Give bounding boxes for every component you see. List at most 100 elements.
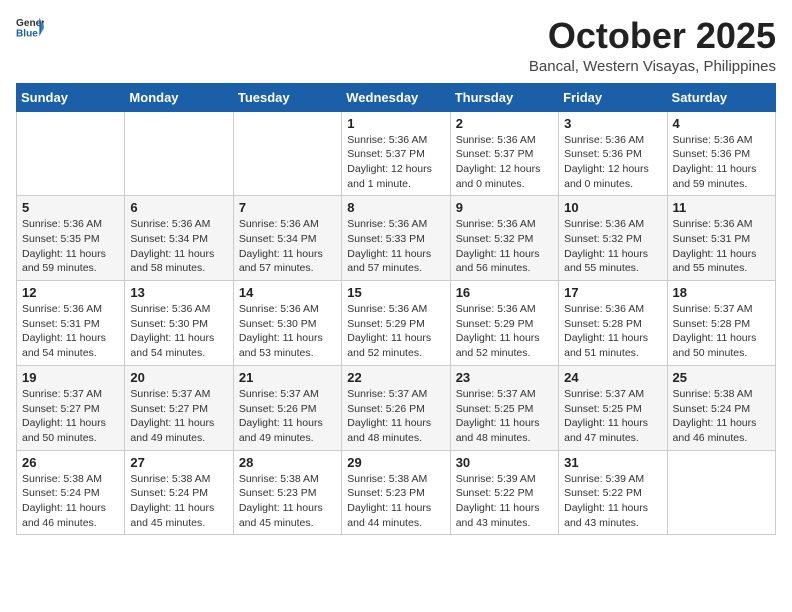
weekday-header-wednesday: Wednesday bbox=[342, 83, 450, 111]
day-number: 9 bbox=[456, 200, 553, 215]
calendar-cell: 9 Sunrise: 5:36 AMSunset: 5:32 PMDaylight… bbox=[450, 196, 558, 281]
day-info: Sunrise: 5:36 AMSunset: 5:35 PMDaylight:… bbox=[22, 217, 119, 276]
calendar-cell bbox=[667, 450, 775, 535]
calendar-cell: 8 Sunrise: 5:36 AMSunset: 5:33 PMDaylight… bbox=[342, 196, 450, 281]
day-number: 26 bbox=[22, 455, 119, 470]
page-header: General Blue October 2025 Bancal, Wester… bbox=[16, 16, 776, 75]
day-number: 31 bbox=[564, 455, 661, 470]
calendar-cell: 29 Sunrise: 5:38 AMSunset: 5:23 PMDayligh… bbox=[342, 450, 450, 535]
day-info: Sunrise: 5:38 AMSunset: 5:24 PMDaylight:… bbox=[673, 387, 770, 446]
day-info: Sunrise: 5:36 AMSunset: 5:30 PMDaylight:… bbox=[130, 302, 227, 361]
weekday-header-tuesday: Tuesday bbox=[233, 83, 341, 111]
day-number: 4 bbox=[673, 116, 770, 131]
day-info: Sunrise: 5:37 AMSunset: 5:28 PMDaylight:… bbox=[673, 302, 770, 361]
calendar-cell: 21 Sunrise: 5:37 AMSunset: 5:26 PMDayligh… bbox=[233, 365, 341, 450]
day-info: Sunrise: 5:38 AMSunset: 5:23 PMDaylight:… bbox=[239, 472, 336, 531]
day-number: 21 bbox=[239, 370, 336, 385]
day-info: Sunrise: 5:38 AMSunset: 5:24 PMDaylight:… bbox=[22, 472, 119, 531]
calendar-cell: 28 Sunrise: 5:38 AMSunset: 5:23 PMDayligh… bbox=[233, 450, 341, 535]
calendar-week-row: 1 Sunrise: 5:36 AMSunset: 5:37 PMDaylight… bbox=[17, 111, 776, 196]
calendar-cell: 7 Sunrise: 5:36 AMSunset: 5:34 PMDaylight… bbox=[233, 196, 341, 281]
weekday-header-saturday: Saturday bbox=[667, 83, 775, 111]
calendar-week-row: 26 Sunrise: 5:38 AMSunset: 5:24 PMDayligh… bbox=[17, 450, 776, 535]
calendar-cell: 15Sunrise: 5:36 AMSunset: 5:29 PMDayligh… bbox=[342, 281, 450, 366]
day-info: Sunrise: 5:36 AMSunset: 5:32 PMDaylight:… bbox=[564, 217, 661, 276]
day-info: Sunrise: 5:36 AMSunset: 5:31 PMDaylight:… bbox=[673, 217, 770, 276]
day-number: 19 bbox=[22, 370, 119, 385]
day-info: Sunrise: 5:37 AMSunset: 5:26 PMDaylight:… bbox=[239, 387, 336, 446]
day-info: Sunrise: 5:36 AMSunset: 5:29 PMDaylight:… bbox=[347, 302, 444, 361]
calendar-cell: 18Sunrise: 5:37 AMSunset: 5:28 PMDayligh… bbox=[667, 281, 775, 366]
day-number: 3 bbox=[564, 116, 661, 131]
calendar-cell bbox=[125, 111, 233, 196]
calendar-cell: 19 Sunrise: 5:37 AMSunset: 5:27 PMDayligh… bbox=[17, 365, 125, 450]
day-info: Sunrise: 5:37 AMSunset: 5:27 PMDaylight:… bbox=[130, 387, 227, 446]
calendar-week-row: 12Sunrise: 5:36 AMSunset: 5:31 PMDayligh… bbox=[17, 281, 776, 366]
calendar-week-row: 19 Sunrise: 5:37 AMSunset: 5:27 PMDayligh… bbox=[17, 365, 776, 450]
calendar-cell: 13 Sunrise: 5:36 AMSunset: 5:30 PMDayligh… bbox=[125, 281, 233, 366]
day-info: Sunrise: 5:36 AMSunset: 5:37 PMDaylight:… bbox=[347, 133, 444, 192]
calendar-cell: 23 Sunrise: 5:37 AMSunset: 5:25 PMDayligh… bbox=[450, 365, 558, 450]
day-number: 5 bbox=[22, 200, 119, 215]
day-number: 10 bbox=[564, 200, 661, 215]
day-number: 23 bbox=[456, 370, 553, 385]
calendar-cell: 24Sunrise: 5:37 AMSunset: 5:25 PMDayligh… bbox=[559, 365, 667, 450]
day-number: 6 bbox=[130, 200, 227, 215]
day-info: Sunrise: 5:36 AMSunset: 5:36 PMDaylight:… bbox=[564, 133, 661, 192]
calendar-cell: 12Sunrise: 5:36 AMSunset: 5:31 PMDayligh… bbox=[17, 281, 125, 366]
day-info: Sunrise: 5:36 AMSunset: 5:29 PMDaylight:… bbox=[456, 302, 553, 361]
day-info: Sunrise: 5:37 AMSunset: 5:27 PMDaylight:… bbox=[22, 387, 119, 446]
day-number: 17 bbox=[564, 285, 661, 300]
day-number: 20 bbox=[130, 370, 227, 385]
calendar-cell: 3 Sunrise: 5:36 AMSunset: 5:36 PMDaylight… bbox=[559, 111, 667, 196]
svg-text:Blue: Blue bbox=[16, 28, 38, 38]
calendar-cell bbox=[17, 111, 125, 196]
day-info: Sunrise: 5:36 AMSunset: 5:33 PMDaylight:… bbox=[347, 217, 444, 276]
calendar-cell: 11 Sunrise: 5:36 AMSunset: 5:31 PMDayligh… bbox=[667, 196, 775, 281]
day-number: 29 bbox=[347, 455, 444, 470]
day-number: 25 bbox=[673, 370, 770, 385]
calendar-cell: 17 Sunrise: 5:36 AMSunset: 5:28 PMDayligh… bbox=[559, 281, 667, 366]
day-info: Sunrise: 5:36 AMSunset: 5:37 PMDaylight:… bbox=[456, 133, 553, 192]
calendar-week-row: 5 Sunrise: 5:36 AMSunset: 5:35 PMDaylight… bbox=[17, 196, 776, 281]
day-number: 28 bbox=[239, 455, 336, 470]
day-number: 8 bbox=[347, 200, 444, 215]
calendar-cell bbox=[233, 111, 341, 196]
day-number: 7 bbox=[239, 200, 336, 215]
calendar-cell: 27Sunrise: 5:38 AMSunset: 5:24 PMDayligh… bbox=[125, 450, 233, 535]
day-info: Sunrise: 5:36 AMSunset: 5:28 PMDaylight:… bbox=[564, 302, 661, 361]
day-info: Sunrise: 5:37 AMSunset: 5:26 PMDaylight:… bbox=[347, 387, 444, 446]
day-info: Sunrise: 5:36 AMSunset: 5:32 PMDaylight:… bbox=[456, 217, 553, 276]
weekday-header-monday: Monday bbox=[125, 83, 233, 111]
day-info: Sunrise: 5:36 AMSunset: 5:36 PMDaylight:… bbox=[673, 133, 770, 192]
calendar-cell: 4 Sunrise: 5:36 AMSunset: 5:36 PMDaylight… bbox=[667, 111, 775, 196]
day-number: 22 bbox=[347, 370, 444, 385]
day-info: Sunrise: 5:36 AMSunset: 5:34 PMDaylight:… bbox=[239, 217, 336, 276]
day-info: Sunrise: 5:38 AMSunset: 5:24 PMDaylight:… bbox=[130, 472, 227, 531]
calendar-table: SundayMondayTuesdayWednesdayThursdayFrid… bbox=[16, 83, 776, 536]
calendar-cell: 16Sunrise: 5:36 AMSunset: 5:29 PMDayligh… bbox=[450, 281, 558, 366]
day-number: 11 bbox=[673, 200, 770, 215]
day-number: 1 bbox=[347, 116, 444, 131]
calendar-cell: 10 Sunrise: 5:36 AMSunset: 5:32 PMDayligh… bbox=[559, 196, 667, 281]
location-title: Bancal, Western Visayas, Philippines bbox=[529, 58, 776, 75]
calendar-cell: 5 Sunrise: 5:36 AMSunset: 5:35 PMDaylight… bbox=[17, 196, 125, 281]
calendar-cell: 1 Sunrise: 5:36 AMSunset: 5:37 PMDaylight… bbox=[342, 111, 450, 196]
calendar-cell: 2 Sunrise: 5:36 AMSunset: 5:37 PMDaylight… bbox=[450, 111, 558, 196]
weekday-header-sunday: Sunday bbox=[17, 83, 125, 111]
day-number: 30 bbox=[456, 455, 553, 470]
day-number: 14 bbox=[239, 285, 336, 300]
calendar-cell: 31Sunrise: 5:39 AMSunset: 5:22 PMDayligh… bbox=[559, 450, 667, 535]
day-info: Sunrise: 5:36 AMSunset: 5:31 PMDaylight:… bbox=[22, 302, 119, 361]
weekday-header-friday: Friday bbox=[559, 83, 667, 111]
day-info: Sunrise: 5:37 AMSunset: 5:25 PMDaylight:… bbox=[456, 387, 553, 446]
calendar-cell: 6Sunrise: 5:36 AMSunset: 5:34 PMDaylight… bbox=[125, 196, 233, 281]
day-number: 13 bbox=[130, 285, 227, 300]
day-info: Sunrise: 5:38 AMSunset: 5:23 PMDaylight:… bbox=[347, 472, 444, 531]
month-title: October 2025 bbox=[529, 16, 776, 56]
title-area: October 2025 Bancal, Western Visayas, Ph… bbox=[529, 16, 776, 75]
day-number: 2 bbox=[456, 116, 553, 131]
day-info: Sunrise: 5:36 AMSunset: 5:30 PMDaylight:… bbox=[239, 302, 336, 361]
calendar-cell: 14 Sunrise: 5:36 AMSunset: 5:30 PMDayligh… bbox=[233, 281, 341, 366]
calendar-cell: 30Sunrise: 5:39 AMSunset: 5:22 PMDayligh… bbox=[450, 450, 558, 535]
